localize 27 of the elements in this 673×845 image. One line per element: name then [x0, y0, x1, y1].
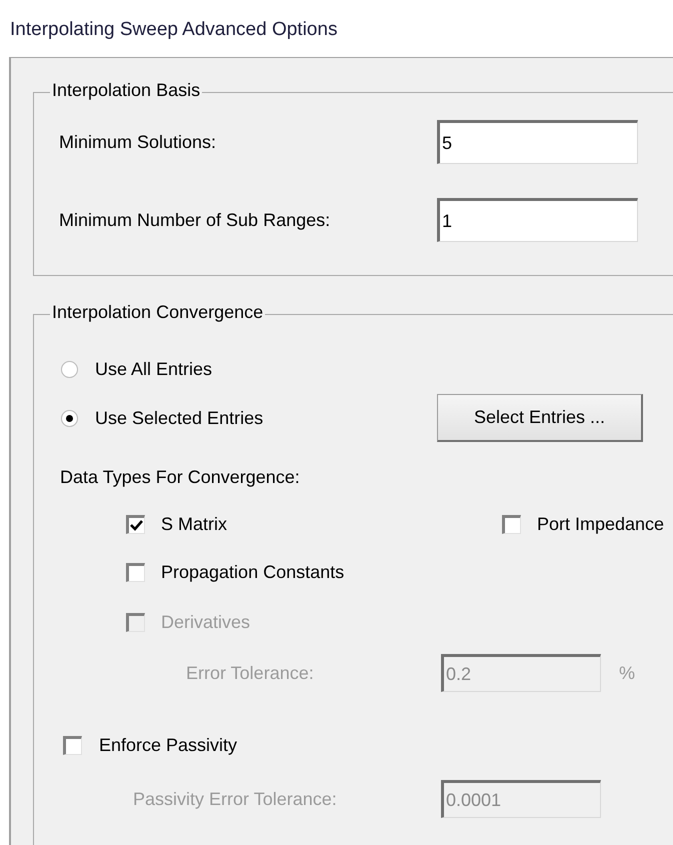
section-label: Data Types For Convergence:: [60, 466, 300, 488]
radio-button[interactable]: [61, 410, 78, 426]
checkbox[interactable]: [126, 562, 145, 582]
radio-button[interactable]: [61, 360, 78, 378]
checkbox[interactable]: [63, 736, 82, 754]
checkbox-label: Enforce Passivity: [99, 734, 238, 756]
field-label: Minimum Number of Sub Ranges:: [59, 210, 332, 230]
window-title: Interpolating Sweep Advanced Options: [9, 18, 338, 42]
field-label: Minimum Solutions:: [59, 132, 218, 152]
field-label: Error Tolerance:: [186, 662, 315, 684]
radio-label: Use All Entries: [95, 358, 214, 380]
text-field: 0.2: [441, 654, 601, 692]
group-title: Interpolation Basis: [52, 80, 200, 100]
unit-label: %: [619, 662, 636, 684]
radio-label: Use Selected Entries: [95, 408, 264, 428]
checkbox[interactable]: [502, 514, 521, 534]
checkbox-label: Derivatives: [161, 612, 250, 632]
select-entries-button[interactable]: Select Entries ...: [437, 394, 643, 442]
text-field: 0.0001: [441, 780, 601, 818]
group-title: Interpolation Convergence: [52, 302, 264, 322]
checkbox-label: Port Impedance: [537, 514, 664, 534]
checkbox[interactable]: [126, 514, 145, 534]
text-field[interactable]: 5: [437, 120, 638, 164]
field-label: Passivity Error Tolerance:: [133, 788, 338, 810]
checkbox-label: Propagation Constants: [161, 562, 344, 582]
checkbox-label: S Matrix: [161, 514, 228, 534]
text-field[interactable]: 1: [437, 198, 638, 242]
